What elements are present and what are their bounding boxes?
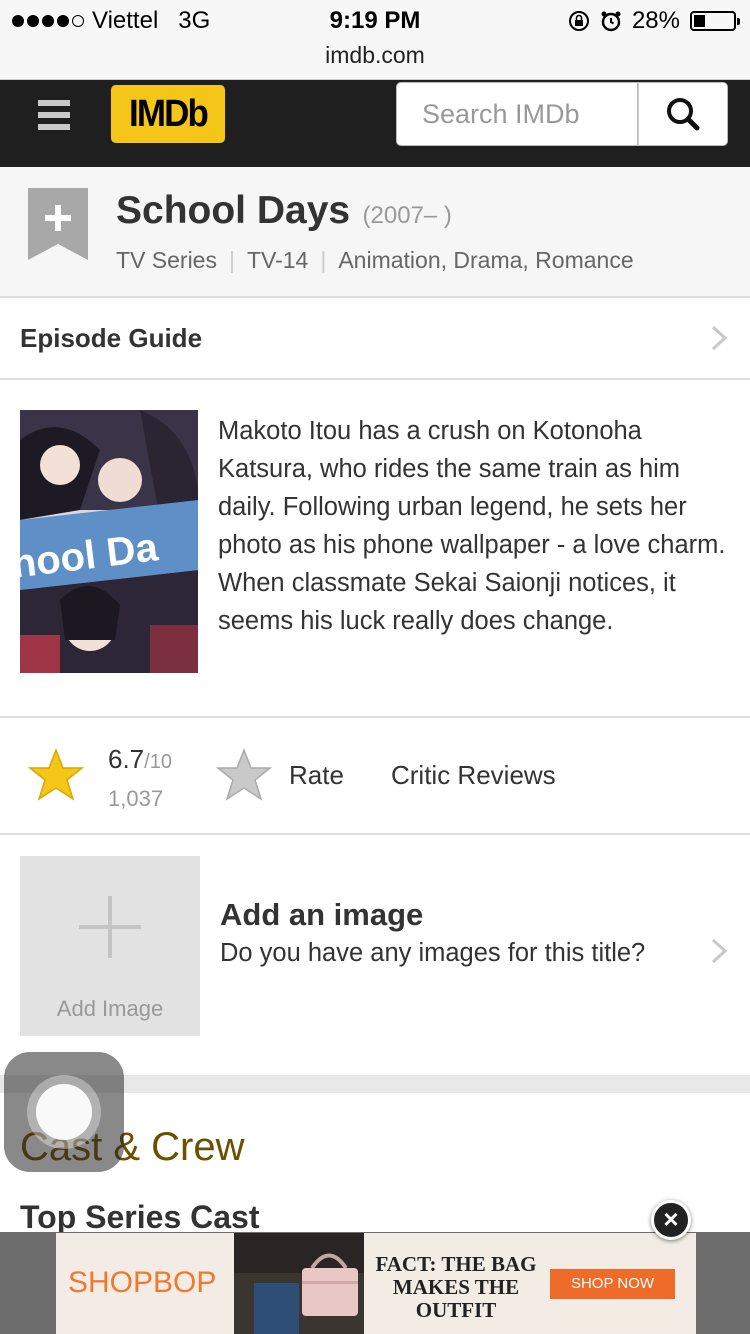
chevron-right-icon (711, 938, 728, 964)
battery-percent: 28% (631, 7, 680, 34)
rating-value: 6.7 (108, 744, 145, 774)
rating-count: 1,037 (108, 786, 164, 811)
plot-summary: Makoto Itou has a crush on Kotonoha Kats… (218, 417, 726, 635)
plot-section: nool Da Makoto Itou has a crush on Koton… (0, 380, 750, 718)
episode-guide-label: Episode Guide (20, 323, 203, 353)
status-bar: Viettel 3G 9:19 PM 28% (0, 0, 750, 40)
rotation-lock-icon (568, 11, 589, 31)
alarm-icon (601, 11, 621, 32)
close-ad-icon[interactable]: × (651, 1200, 691, 1240)
top-series-cast-heading: Top Series Cast (20, 1199, 260, 1235)
shop-now-button[interactable]: SHOP NOW (550, 1269, 675, 1299)
plus-icon (79, 896, 141, 958)
rate-star-icon[interactable] (216, 748, 272, 802)
title-meta: TV Series | TV-14 | Animation, Drama, Romanc… (116, 247, 634, 273)
ad-banner[interactable]: SHOPBOP FACT: THE BAG MAKES THE OUTFIT S… (56, 1233, 696, 1334)
battery-icon (690, 11, 740, 31)
add-image-title: Add an image (220, 897, 424, 932)
episode-guide-link[interactable]: Episode Guide (0, 298, 750, 380)
search-input[interactable]: Search IMDb (396, 82, 638, 146)
ad-handbag-image (234, 1233, 364, 1334)
add-image-tile[interactable]: Add Image (20, 856, 200, 1036)
rating-bar: 6.7/10 1,037 Rate Critic Reviews (0, 718, 750, 835)
page-title: School Days (116, 189, 351, 232)
site-header: IMDb Search IMDb (0, 80, 750, 167)
critic-reviews-link[interactable]: Critic Reviews (391, 760, 556, 791)
content-rating: TV-14 (246, 247, 309, 273)
menu-icon[interactable] (38, 100, 70, 132)
imdb-logo[interactable]: IMDb (110, 85, 226, 143)
add-image-section[interactable]: Add Image Add an image Do you have any i… (0, 835, 750, 1075)
title-type: TV Series (116, 247, 217, 273)
chevron-right-icon (711, 325, 728, 351)
genres[interactable]: Animation, Drama, Romance (338, 247, 633, 273)
add-image-subtitle: Do you have any images for this title? (220, 939, 646, 967)
assistive-touch-button[interactable] (4, 1052, 124, 1172)
address-bar[interactable]: imdb.com (0, 38, 750, 80)
title-year: (2007– ) (362, 202, 452, 229)
url-text: imdb.com (325, 42, 425, 68)
rate-button[interactable]: Rate (289, 760, 344, 791)
add-image-label: Add Image (56, 996, 164, 1021)
poster-image[interactable]: nool Da (20, 410, 198, 673)
ad-brand: SHOPBOP (68, 1266, 217, 1299)
title-header: School Days (2007– ) TV Series | TV-14 | Ani… (0, 167, 750, 298)
rating-max: /10 (144, 751, 172, 773)
star-rating-icon (28, 748, 84, 801)
search-icon (667, 98, 700, 131)
add-to-watchlist-icon[interactable] (28, 188, 88, 260)
ad-headline: FACT: THE BAG MAKES THE OUTFIT (375, 1252, 537, 1322)
search-button[interactable] (638, 82, 728, 146)
rating-value-row: 6.7/10 (108, 744, 172, 775)
